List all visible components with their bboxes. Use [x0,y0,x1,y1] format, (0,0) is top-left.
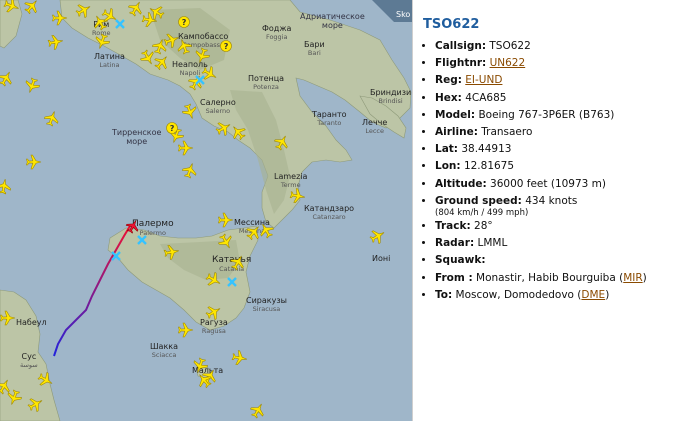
plane-icon[interactable] [213,118,234,139]
plane-icon[interactable] [178,140,194,156]
flight-track [53,225,131,357]
plane-icon[interactable] [215,231,236,252]
plane-icon[interactable] [247,400,268,421]
plane-icon[interactable] [180,160,200,180]
plane-icon[interactable] [0,177,13,195]
speed-conversion: (804 km/h / 499 mph) [435,208,529,219]
plane-icon[interactable] [199,63,220,84]
flight-overlay[interactable]: ??? [0,0,412,421]
plane-icon[interactable] [174,36,194,56]
row-callsign: Callsign: TSO622 [435,38,647,55]
row-altitude: Altitude: 36000 feet (10973 m) [435,176,647,193]
plane-icon[interactable] [42,108,62,128]
plane-icon[interactable] [35,369,56,390]
plane-icon[interactable] [178,322,194,338]
plane-icon[interactable] [203,269,224,290]
plane-icon[interactable] [231,349,249,367]
row-flightnr: Flightnr: UN622 [435,55,647,72]
plane-icon[interactable] [180,102,200,122]
plane-icon[interactable] [192,46,212,66]
row-from: From : Monastir, Habib Bourguiba (MIR) [435,270,647,287]
plane-icon[interactable] [52,10,68,26]
plane-icon[interactable] [289,187,307,205]
plane-icon[interactable] [162,30,182,50]
airport-marker-icon[interactable] [137,235,147,245]
plane-icon[interactable] [0,376,14,397]
row-radar: Radar: LMML [435,235,647,252]
unknown-flight-icon[interactable]: ? [220,40,232,52]
flightnr-link[interactable]: UN622 [490,57,526,69]
plane-icon[interactable] [2,0,22,16]
plane-icon[interactable] [227,121,249,143]
svg-text:?: ? [182,18,187,27]
plane-icon[interactable] [227,252,248,273]
plane-icon[interactable] [125,0,146,19]
unknown-flight-icon[interactable]: ? [178,16,190,28]
row-track: Track: 28° [435,218,647,235]
plane-icon[interactable] [218,212,234,228]
plane-icon[interactable] [367,226,388,247]
reg-link[interactable]: EI-UND [465,74,502,86]
plane-icon[interactable] [0,68,16,89]
plane-icon[interactable] [21,0,43,17]
origin-airport-link[interactable]: MIR [623,272,642,284]
flight-details-list: Callsign: TSO622 Flightnr: UN622 Reg: EI… [421,38,647,304]
row-lon: Lon: 12.81675 [435,158,647,175]
plane-icon[interactable] [190,356,210,376]
flight-info-panel: TSO622 Callsign: TSO622 Flightnr: UN622 … [412,0,680,421]
svg-text:?: ? [170,124,175,133]
plane-icon[interactable] [0,310,16,326]
flight-map[interactable]: Адриатическоеморе Тирренскоеморе РимRome… [0,0,412,421]
airport-marker-icon[interactable] [227,277,237,287]
plane-icon[interactable] [151,51,173,73]
plane-icon[interactable] [99,5,120,26]
row-to: To: Moscow, Domodedovo (DME) [435,287,647,304]
row-ground-speed: Ground speed: 434 knots(804 km/h / 499 m… [435,193,647,218]
unknown-flight-icon[interactable]: ? [166,122,178,134]
row-airline: Airline: Transaero [435,124,647,141]
row-hex: Hex: 4CA685 [435,90,647,107]
airport-marker-icon[interactable] [115,19,125,29]
row-model: Model: Boeing 767-3P6ER (B763) [435,107,647,124]
row-reg: Reg: EI-UND [435,72,647,89]
plane-icon[interactable] [47,33,65,51]
plane-icon[interactable] [92,32,112,52]
plane-icon[interactable] [22,76,42,96]
plane-icon[interactable] [203,302,224,323]
plane-icon[interactable] [25,394,46,415]
plane-icon[interactable] [73,0,94,21]
svg-text:?: ? [224,42,229,51]
row-lat: Lat: 38.44913 [435,141,647,158]
plane-icon[interactable] [271,132,292,153]
plane-icon[interactable] [256,220,277,241]
plane-icon[interactable] [163,243,181,261]
plane-icon[interactable] [137,47,158,68]
plane-icon[interactable] [150,36,170,56]
panel-title: TSO622 [423,17,480,32]
destination-airport-link[interactable]: DME [581,289,605,301]
plane-icon[interactable] [26,154,42,170]
row-squawk: Squawk: [435,252,647,269]
plane-icon[interactable] [243,221,265,243]
